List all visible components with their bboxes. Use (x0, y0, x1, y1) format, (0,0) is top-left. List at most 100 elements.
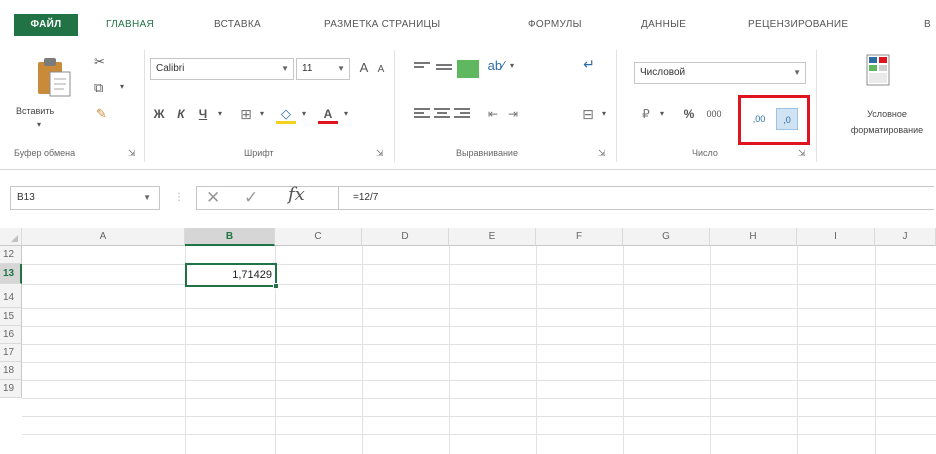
align-right-icon[interactable] (454, 108, 470, 120)
copy-icon[interactable]: ⧉ (94, 80, 103, 96)
highlight-frame (738, 95, 810, 145)
group-separator (394, 50, 395, 162)
font-launcher-icon[interactable]: ⇲ (376, 148, 384, 159)
chevron-down-icon[interactable]: ▾ (214, 104, 226, 124)
chevron-down-icon[interactable]: ▾ (598, 104, 610, 124)
row-header-15[interactable]: 15 (0, 308, 22, 326)
row-header-14[interactable]: 14 (0, 284, 22, 308)
chevron-down-icon[interactable]: ▼ (281, 59, 289, 79)
decrease-indent-icon[interactable]: ⇤ (484, 104, 502, 124)
column-header-h[interactable]: H (710, 228, 797, 246)
format-painter-icon[interactable]: ✎ (96, 106, 107, 122)
column-header-i[interactable]: I (797, 228, 875, 246)
paste-icon[interactable] (34, 54, 74, 98)
tab-view[interactable]: В (924, 16, 931, 34)
grow-font-button[interactable]: A (356, 58, 372, 78)
align-middle-icon[interactable] (436, 64, 452, 76)
column-header-j[interactable]: J (875, 228, 936, 246)
tab-file[interactable]: ФАЙЛ (14, 14, 78, 36)
clipboard-launcher-icon[interactable]: ⇲ (128, 148, 136, 159)
align-bottom-icon[interactable] (457, 60, 479, 78)
increase-indent-icon[interactable]: ⇥ (504, 104, 522, 124)
column-header-g[interactable]: G (623, 228, 710, 246)
tab-home[interactable]: ГЛАВНАЯ (106, 16, 154, 34)
align-top-icon[interactable] (414, 62, 430, 74)
tab-insert[interactable]: ВСТАВКА (214, 16, 261, 34)
font-group-label: Шрифт (244, 148, 274, 158)
percent-style-button[interactable]: % (680, 104, 698, 124)
bold-button[interactable]: Ж (150, 104, 168, 124)
copy-dropdown-icon[interactable]: ▾ (120, 82, 124, 91)
alignment-group-label: Выравнивание (456, 148, 518, 158)
shrink-font-button[interactable]: A (374, 60, 388, 80)
row-header-13[interactable]: 13 (0, 264, 22, 284)
comma-style-button[interactable]: 000 (702, 104, 726, 124)
row-header-18[interactable]: 18 (0, 362, 22, 380)
conditional-formatting-line2: форматирование (850, 125, 924, 135)
row-gridline (22, 434, 936, 435)
chevron-down-icon[interactable]: ▾ (656, 104, 668, 124)
borders-icon[interactable]: ⊞ (236, 104, 256, 124)
chevron-down-icon[interactable]: ▼ (793, 63, 801, 83)
column-header-d[interactable]: D (362, 228, 449, 246)
tab-data[interactable]: ДАННЫЕ (641, 16, 686, 34)
conditional-formatting-icon[interactable] (866, 54, 890, 86)
column-gridline (710, 246, 711, 454)
font-color-icon[interactable]: A (318, 104, 338, 124)
chevron-down-icon[interactable]: ▼ (143, 187, 151, 209)
column-header-c[interactable]: C (275, 228, 362, 246)
number-format-combo[interactable]: Числовой ▼ (634, 62, 806, 84)
tab-page-layout[interactable]: РАЗМЕТКА СТРАНИЦЫ (324, 16, 440, 34)
wrap-text-icon[interactable]: ↵ (578, 54, 600, 74)
insert-function-icon[interactable]: fx (288, 184, 305, 205)
column-header-e[interactable]: E (449, 228, 536, 246)
column-header-a[interactable]: A (22, 228, 185, 246)
number-launcher-icon[interactable]: ⇲ (798, 148, 806, 159)
cut-icon[interactable]: ✂ (94, 54, 105, 70)
column-header-b[interactable]: B (185, 228, 275, 246)
paste-dropdown-icon[interactable]: ▾ (37, 120, 41, 129)
paste-button-label[interactable]: Вставить (16, 106, 54, 116)
column-gridline (449, 246, 450, 454)
underline-button[interactable]: Ч (194, 104, 212, 124)
cancel-icon[interactable]: ✕ (206, 186, 220, 210)
row-header-12[interactable]: 12 (0, 246, 22, 264)
tab-formulas[interactable]: ФОРМУЛЫ (528, 16, 582, 34)
conditional-formatting-line1: Условное (867, 109, 907, 119)
column-header-f[interactable]: F (536, 228, 623, 246)
number-group-label: Число (692, 148, 718, 158)
merge-cells-icon[interactable]: ⊟ (578, 104, 598, 124)
row-gridline (22, 380, 936, 381)
chevron-down-icon[interactable]: ▾ (506, 56, 518, 76)
font-size-combo[interactable]: 11 ▼ (296, 58, 350, 80)
italic-button[interactable]: К (172, 104, 190, 124)
fill-color-icon[interactable]: ◇ (276, 104, 296, 124)
orientation-icon[interactable]: ab⁄ (486, 56, 506, 76)
column-gridline (875, 246, 876, 454)
font-name-combo[interactable]: Calibri ▼ (150, 58, 294, 80)
formula-bar-grip[interactable]: ⋮ (174, 192, 184, 203)
column-gridline (362, 246, 363, 454)
name-box[interactable]: B13 ▼ (10, 186, 160, 210)
clipboard-group-label: Буфер обмена (14, 148, 76, 158)
accounting-format-icon[interactable]: ₽ (636, 104, 656, 124)
select-all-button[interactable] (0, 228, 22, 246)
chevron-down-icon[interactable]: ▾ (340, 104, 352, 124)
align-left-icon[interactable] (414, 108, 430, 120)
alignment-launcher-icon[interactable]: ⇲ (598, 148, 606, 159)
formula-input[interactable]: =12/7 (338, 186, 934, 210)
row-gridline (22, 284, 936, 285)
row-header-16[interactable]: 16 (0, 326, 22, 344)
active-cell-b13[interactable]: 1,71429 (185, 263, 279, 289)
row-header-17[interactable]: 17 (0, 344, 22, 362)
conditional-formatting-button[interactable]: Условное форматирование (838, 106, 936, 138)
chevron-down-icon[interactable]: ▾ (298, 104, 310, 124)
tab-review[interactable]: РЕЦЕНЗИРОВАНИЕ (748, 16, 848, 34)
cell-value: 1,71429 (232, 269, 272, 281)
row-header-19[interactable]: 19 (0, 380, 22, 398)
align-center-icon[interactable] (434, 108, 450, 120)
chevron-down-icon[interactable]: ▼ (337, 59, 345, 79)
chevron-down-icon[interactable]: ▾ (256, 104, 268, 124)
enter-icon[interactable]: ✓ (244, 186, 258, 210)
fill-handle[interactable] (273, 283, 279, 289)
